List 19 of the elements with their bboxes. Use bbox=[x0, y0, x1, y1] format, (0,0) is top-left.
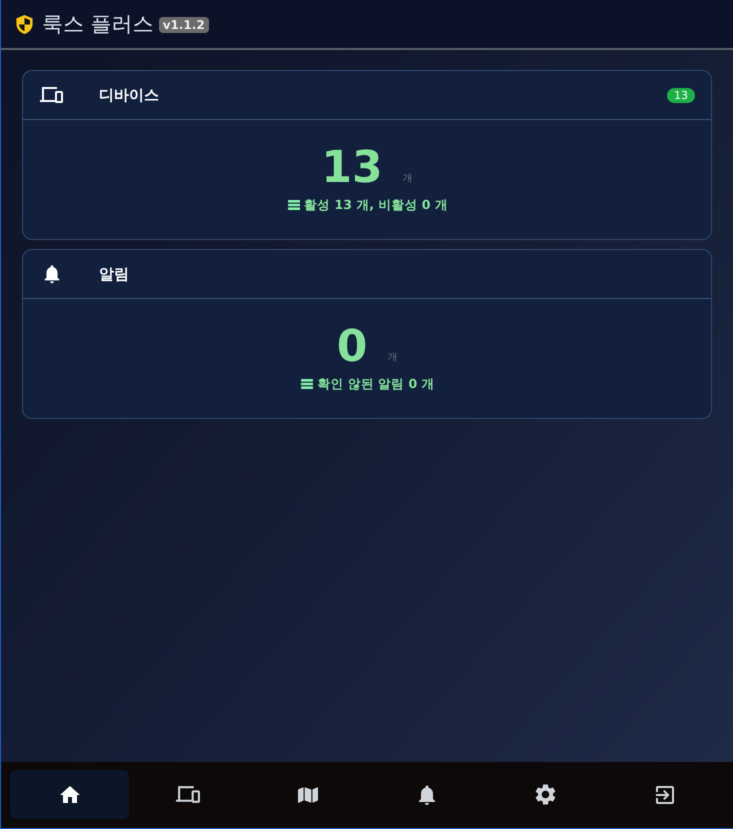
card-title: 디바이스 bbox=[99, 84, 159, 106]
count-badge: 13 bbox=[667, 88, 695, 102]
list-icon bbox=[301, 379, 314, 390]
card-title: 알림 bbox=[99, 264, 129, 285]
devices-icon bbox=[176, 785, 201, 804]
settings-icon bbox=[533, 782, 558, 807]
map-icon bbox=[298, 784, 318, 804]
version-badge: v1.1.2 bbox=[158, 16, 209, 32]
count-value: 13 bbox=[321, 142, 383, 194]
app-title: 룩스 플러스 bbox=[42, 14, 154, 34]
unit-label: 개 bbox=[387, 351, 398, 365]
summary-text: 확인 않된 알림 0 개 bbox=[317, 375, 435, 393]
list-icon bbox=[288, 200, 300, 210]
nav-tab[interactable] bbox=[10, 770, 129, 819]
devices-icon bbox=[40, 86, 64, 104]
count-value: 0 bbox=[336, 321, 368, 373]
summary-text: 활성 13 개, 비활성 0 개 bbox=[304, 196, 448, 214]
unit-label: 개 bbox=[402, 172, 413, 186]
shield-icon bbox=[15, 14, 34, 34]
